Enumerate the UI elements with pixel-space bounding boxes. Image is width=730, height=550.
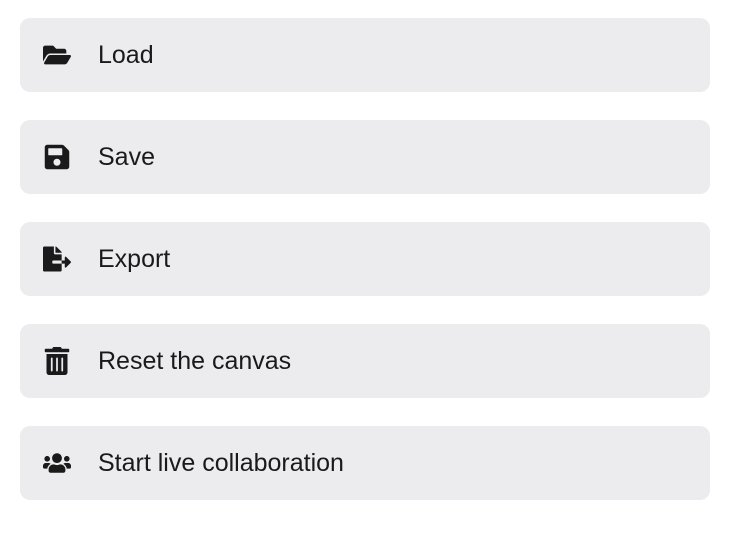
menu-item-label: Reset the canvas bbox=[98, 347, 291, 376]
menu-item-load[interactable]: Load bbox=[20, 18, 710, 92]
menu-item-label: Start live collaboration bbox=[98, 449, 344, 478]
menu-item-export[interactable]: Export bbox=[20, 222, 710, 296]
users-icon bbox=[42, 448, 72, 478]
export-icon bbox=[42, 244, 72, 274]
menu-item-label: Load bbox=[98, 41, 154, 70]
trash-icon bbox=[42, 346, 72, 376]
menu-item-save[interactable]: Save bbox=[20, 120, 710, 194]
menu-item-collaboration[interactable]: Start live collaboration bbox=[20, 426, 710, 500]
menu-list: Load Save Export Reset the canvas Start … bbox=[20, 18, 710, 500]
folder-open-icon bbox=[42, 40, 72, 70]
menu-item-label: Export bbox=[98, 245, 170, 274]
menu-item-label: Save bbox=[98, 143, 155, 172]
save-icon bbox=[42, 142, 72, 172]
menu-item-reset[interactable]: Reset the canvas bbox=[20, 324, 710, 398]
